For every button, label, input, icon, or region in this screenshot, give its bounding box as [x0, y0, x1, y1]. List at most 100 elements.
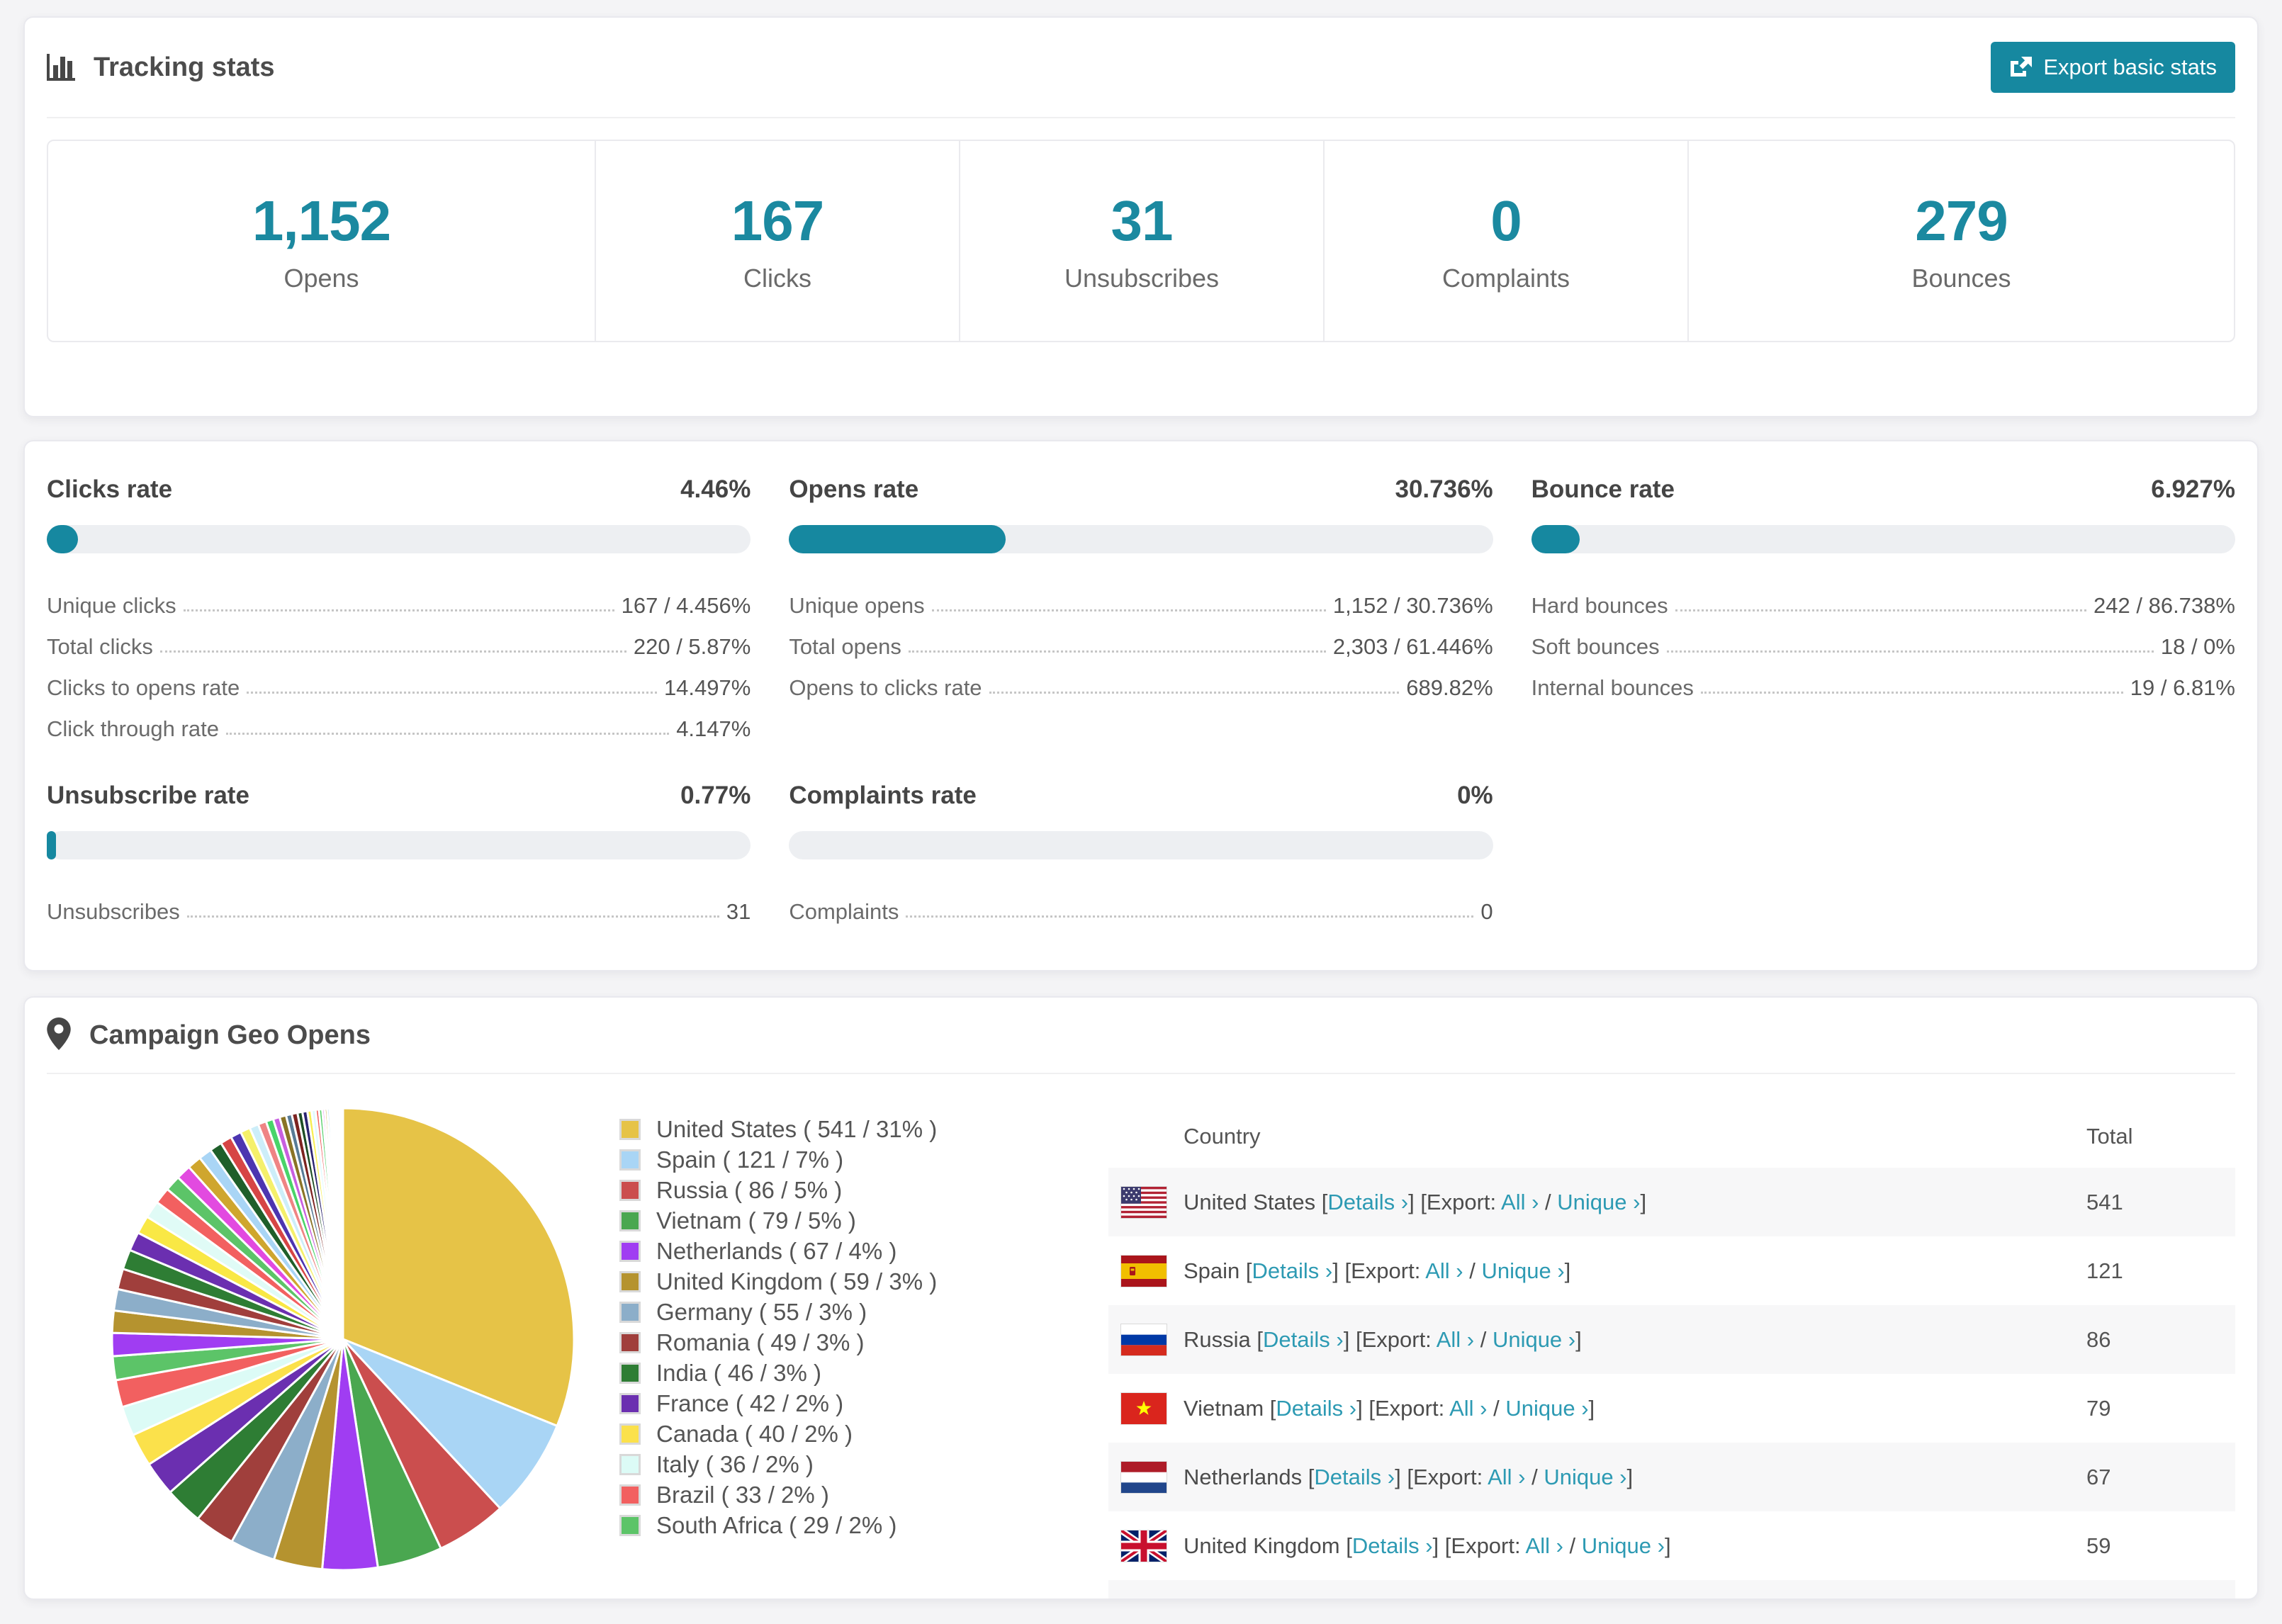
export-all-link[interactable]: All › — [1425, 1258, 1463, 1283]
legend-item-russia: Russia ( 86 / 5% ) — [619, 1175, 1016, 1205]
stat-label: Bounces — [1911, 264, 2011, 293]
stat-label: Opens — [283, 264, 359, 293]
geo-country-table: Country Total United States [Details ›] … — [1108, 1074, 2235, 1598]
details-link[interactable]: Details › — [1327, 1190, 1408, 1214]
rate-row-value: 31 — [726, 899, 751, 924]
rate-title: Bounce rate — [1531, 475, 1675, 503]
export-basic-stats-button[interactable]: Export basic stats — [1991, 42, 2235, 93]
bracket: [ — [1245, 1258, 1252, 1283]
stat-cell-unsubscribes: 31 Unsubscribes — [959, 141, 1323, 341]
export-all-link[interactable]: All › — [1501, 1190, 1539, 1214]
export-label: [Export: — [1420, 1189, 1497, 1214]
rates-grid: Clicks rate 4.46% Unique clicks 167 / 4.456… — [47, 475, 2235, 925]
export-all-link[interactable]: All › — [1526, 1533, 1563, 1558]
rate-rows: Unique clicks 167 / 4.456% Total clicks 220… — [47, 577, 751, 742]
progress-bar-track — [47, 831, 751, 859]
export-all-link[interactable]: All › — [1488, 1465, 1525, 1489]
legend-item-france: France ( 42 / 2% ) — [619, 1388, 1016, 1419]
slash: / — [1487, 1395, 1506, 1421]
export-all-link[interactable]: All › — [1449, 1396, 1487, 1421]
dotted-leader — [183, 609, 614, 611]
rate-row-label: Unsubscribes — [47, 899, 180, 924]
legend-item-united-states: United States ( 541 / 31% ) — [619, 1114, 1016, 1144]
country-name: Vietnam — [1184, 1395, 1264, 1421]
export-unique-link[interactable]: Unique › — [1493, 1327, 1575, 1352]
export-unique-link[interactable]: Unique › — [1481, 1258, 1564, 1283]
progress-bar-fill — [47, 831, 56, 859]
stat-value: 31 — [1111, 189, 1174, 252]
rate-row: Clicks to opens rate 14.497% — [47, 660, 751, 701]
country-column-header: Country — [1184, 1124, 1261, 1149]
dotted-leader — [1675, 609, 2087, 611]
rate-rows: Complaints 0 — [789, 884, 1493, 925]
rate-row: Click through rate 4.147% — [47, 701, 751, 742]
export-unique-link[interactable]: Unique › — [1557, 1190, 1640, 1214]
rate-row-value: 2,303 / 61.446% — [1332, 634, 1493, 659]
export-unique-link[interactable]: Unique › — [1505, 1396, 1588, 1421]
progress-bar-track — [789, 525, 1493, 553]
rate-row-label: Complaints — [789, 899, 899, 924]
rate-row-label: Hard bounces — [1531, 593, 1668, 618]
dotted-leader — [1700, 692, 2123, 694]
stat-value: 1,152 — [252, 189, 391, 252]
bracket: ] — [1356, 1395, 1363, 1421]
details-link[interactable]: Details › — [1352, 1533, 1433, 1558]
country-name: Russia — [1184, 1326, 1251, 1352]
bracket: [ — [1257, 1326, 1264, 1352]
export-unique-link[interactable]: Unique › — [1582, 1533, 1665, 1558]
rate-title: Clicks rate — [47, 475, 173, 503]
legend-swatch — [619, 1392, 641, 1414]
rate-row: Hard bounces 242 / 86.738% — [1531, 577, 2235, 619]
rate-row: Unique clicks 167 / 4.456% — [47, 577, 751, 619]
tracking-stats-card: Tracking stats Export basic stats 1,152 O… — [23, 16, 2259, 417]
geo-table-row-ru: Russia [Details ›] [Export: All › / Uniq… — [1108, 1305, 2235, 1374]
bracket: ] — [1588, 1395, 1595, 1421]
legend-label: Germany ( 55 / 3% ) — [656, 1298, 867, 1325]
export-label: [Export: — [1368, 1395, 1445, 1421]
legend-item-united-kingdom: United Kingdom ( 59 / 3% ) — [619, 1266, 1016, 1297]
stat-label: Complaints — [1441, 264, 1570, 293]
bracket: ] — [1626, 1464, 1634, 1489]
geo-table-row-gb: United Kingdom [Details ›] [Export: All … — [1108, 1511, 2235, 1580]
stat-value: 167 — [731, 189, 824, 252]
rate-row-label: Internal bounces — [1531, 675, 1694, 700]
rate-title: Complaints rate — [789, 782, 977, 809]
rates-card: Clicks rate 4.46% Unique clicks 167 / 4.456… — [23, 440, 2259, 971]
dotted-leader — [1666, 650, 2154, 653]
details-link[interactable]: Details › — [1263, 1327, 1344, 1352]
legend-label: India ( 46 / 3% ) — [656, 1359, 821, 1386]
export-label: [Export: — [1355, 1326, 1432, 1352]
export-all-link[interactable]: All › — [1437, 1327, 1474, 1352]
legend-item-brazil: Brazil ( 33 / 2% ) — [619, 1479, 1016, 1510]
legend-label: Romania ( 49 / 3% ) — [656, 1329, 865, 1355]
rate-title: Unsubscribe rate — [47, 782, 249, 809]
export-button-label: Export basic stats — [2043, 55, 2217, 79]
details-link[interactable]: Details › — [1252, 1258, 1333, 1283]
country-name: Netherlands — [1184, 1464, 1303, 1489]
legend-label: Canada ( 40 / 2% ) — [656, 1420, 853, 1447]
slash: / — [1539, 1189, 1558, 1214]
country-cell: United Kingdom [Details ›] [Export: All … — [1184, 1533, 1671, 1559]
rate-row-value: 1,152 / 30.736% — [1332, 593, 1493, 618]
total-cell: 541 — [2086, 1189, 2123, 1214]
rate-row-value: 689.82% — [1406, 675, 1493, 700]
legend-swatch — [619, 1514, 641, 1536]
bracket: ] — [1575, 1326, 1582, 1352]
details-link[interactable]: Details › — [1276, 1396, 1356, 1421]
dotted-leader — [931, 609, 1326, 611]
dotted-leader — [908, 650, 1326, 653]
rate-row-value: 18 / 0% — [2160, 634, 2235, 659]
bracket: ] — [1343, 1326, 1350, 1352]
rate-rows: Unique opens 1,152 / 30.736% Total opens 2,… — [789, 577, 1493, 701]
details-link[interactable]: Details › — [1314, 1465, 1395, 1489]
geo-opens-pie-chart — [111, 1107, 575, 1572]
rate-header: Clicks rate 4.46% — [47, 475, 751, 504]
total-column-header: Total — [2086, 1124, 2133, 1149]
rate-header: Unsubscribe rate 0.77% — [47, 782, 751, 810]
legend-swatch — [619, 1362, 641, 1384]
export-unique-link[interactable]: Unique › — [1544, 1465, 1626, 1489]
country-cell: Vietnam [Details ›] [Export: All › / Uni… — [1184, 1396, 1595, 1421]
rate-row-label: Unique clicks — [47, 593, 176, 618]
geo-opens-header: Campaign Geo Opens — [47, 998, 2235, 1073]
rate-row-value: 167 / 4.456% — [621, 593, 751, 618]
